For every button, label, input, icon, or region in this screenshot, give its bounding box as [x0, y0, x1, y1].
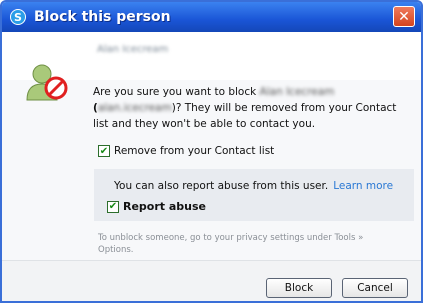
message-contact-name: Alan Icecream — [259, 86, 335, 98]
contact-name: Alan Icecream — [97, 44, 169, 55]
cancel-button[interactable]: Cancel — [342, 278, 408, 298]
message-contact-email: alan.icecream — [97, 102, 172, 114]
report-abuse-option[interactable]: ✔ Report abuse — [107, 200, 206, 213]
report-abuse-checkbox[interactable]: ✔ — [107, 200, 119, 213]
blocked-contact-icon — [26, 64, 68, 101]
block-dialog: S Block this person ✕ Alan Icecream Are … — [0, 0, 423, 303]
title-bar[interactable]: S Block this person ✕ — [2, 2, 421, 32]
report-abuse-panel — [94, 169, 414, 221]
unblock-instructions: To unblock someone, go to your privacy s… — [98, 233, 364, 255]
report-abuse-text: You can also report abuse from this user… — [114, 180, 329, 192]
report-abuse-label: Report abuse — [123, 200, 207, 213]
dialog-title: Block this person — [34, 9, 171, 25]
report-abuse-info: You can also report abuse from this user… — [114, 180, 393, 192]
confirmation-message: Are you sure you want to block Alan Icec… — [93, 84, 411, 132]
remove-from-contacts-checkbox[interactable]: ✔ — [98, 145, 110, 157]
remove-from-contacts-label: Remove from your Contact list — [114, 145, 275, 157]
remove-from-contacts-option[interactable]: ✔ Remove from your Contact list — [98, 145, 274, 157]
block-button[interactable]: Block — [266, 278, 332, 298]
message-part1: Are you sure you want to block — [93, 86, 260, 98]
close-button[interactable]: ✕ — [393, 6, 415, 27]
skype-icon: S — [10, 9, 26, 25]
learn-more-link[interactable]: Learn more — [333, 180, 393, 192]
